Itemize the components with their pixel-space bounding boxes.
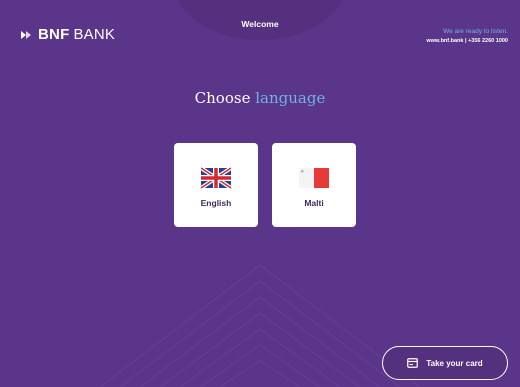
contact-info: www.bnf.bank | +356 2260 1000 (426, 38, 508, 44)
take-card-button[interactable]: Take your card (382, 346, 508, 380)
tagline: We are ready to listen. (443, 28, 508, 35)
contact-block: We are ready to listen. www.bnf.bank | +… (426, 27, 508, 46)
language-button-english[interactable]: English (174, 143, 258, 227)
bnf-logo-icon (21, 30, 31, 39)
card-icon (407, 358, 419, 368)
malta-flag-icon (299, 168, 329, 188)
page-title-language: language (255, 89, 326, 107)
page-title-choose: Choose (194, 89, 251, 107)
language-label-malti: Malti (304, 198, 324, 208)
uk-flag-icon (201, 167, 231, 189)
take-card-label: Take your card (426, 358, 483, 368)
atm-screen: BNF BANK Welcome We are ready to listen. … (0, 0, 520, 387)
language-button-malti[interactable]: Malti (272, 143, 356, 227)
page-title: Choose language (0, 89, 520, 107)
language-label-english: English (200, 198, 232, 208)
